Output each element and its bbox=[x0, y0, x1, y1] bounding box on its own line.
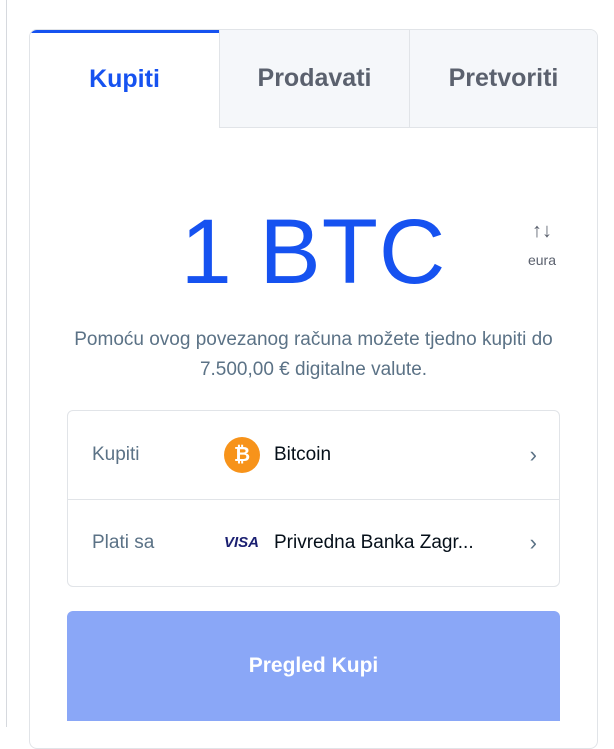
payment-method-selector[interactable]: Plati sa VISA Privredna Banka Zagr... › bbox=[68, 499, 559, 587]
weekly-limit-text: Pomoću ovog povezanog računa možete tjed… bbox=[74, 329, 553, 380]
currency-toggle-label: eura bbox=[527, 252, 557, 268]
chevron-right-icon: › bbox=[529, 530, 537, 555]
tab-sell[interactable]: Prodavati bbox=[219, 30, 409, 128]
buy-asset-value: Bitcoin bbox=[274, 444, 332, 465]
order-options: Kupiti ₿ Bitcoin › Plati sa VISA Privred… bbox=[67, 410, 560, 587]
amount-display[interactable]: 1 BTC bbox=[30, 202, 597, 302]
chevron-right-icon: › bbox=[529, 442, 537, 467]
currency-toggle[interactable]: ↑↓ eura bbox=[516, 220, 568, 280]
tab-convert[interactable]: Pretvoriti bbox=[409, 30, 597, 128]
swap-arrows-icon: ↑↓ bbox=[532, 220, 552, 242]
page-border bbox=[6, 0, 7, 727]
trade-card: Kupiti Prodavati Pretvoriti 1 BTC ↑↓ eur… bbox=[29, 29, 598, 749]
review-buy-button[interactable]: Pregled Kupi bbox=[67, 611, 560, 721]
payment-method-value: Privredna Banka Zagr... bbox=[274, 532, 474, 553]
tab-buy[interactable]: Kupiti bbox=[30, 30, 219, 128]
bitcoin-icon: ₿ bbox=[224, 437, 260, 473]
buy-asset-selector[interactable]: Kupiti ₿ Bitcoin › bbox=[68, 411, 559, 500]
visa-icon: VISA bbox=[224, 534, 260, 551]
buy-asset-label: Kupiti bbox=[92, 444, 140, 465]
payment-method-label: Plati sa bbox=[92, 532, 155, 553]
trade-tabs: Kupiti Prodavati Pretvoriti bbox=[30, 30, 597, 128]
